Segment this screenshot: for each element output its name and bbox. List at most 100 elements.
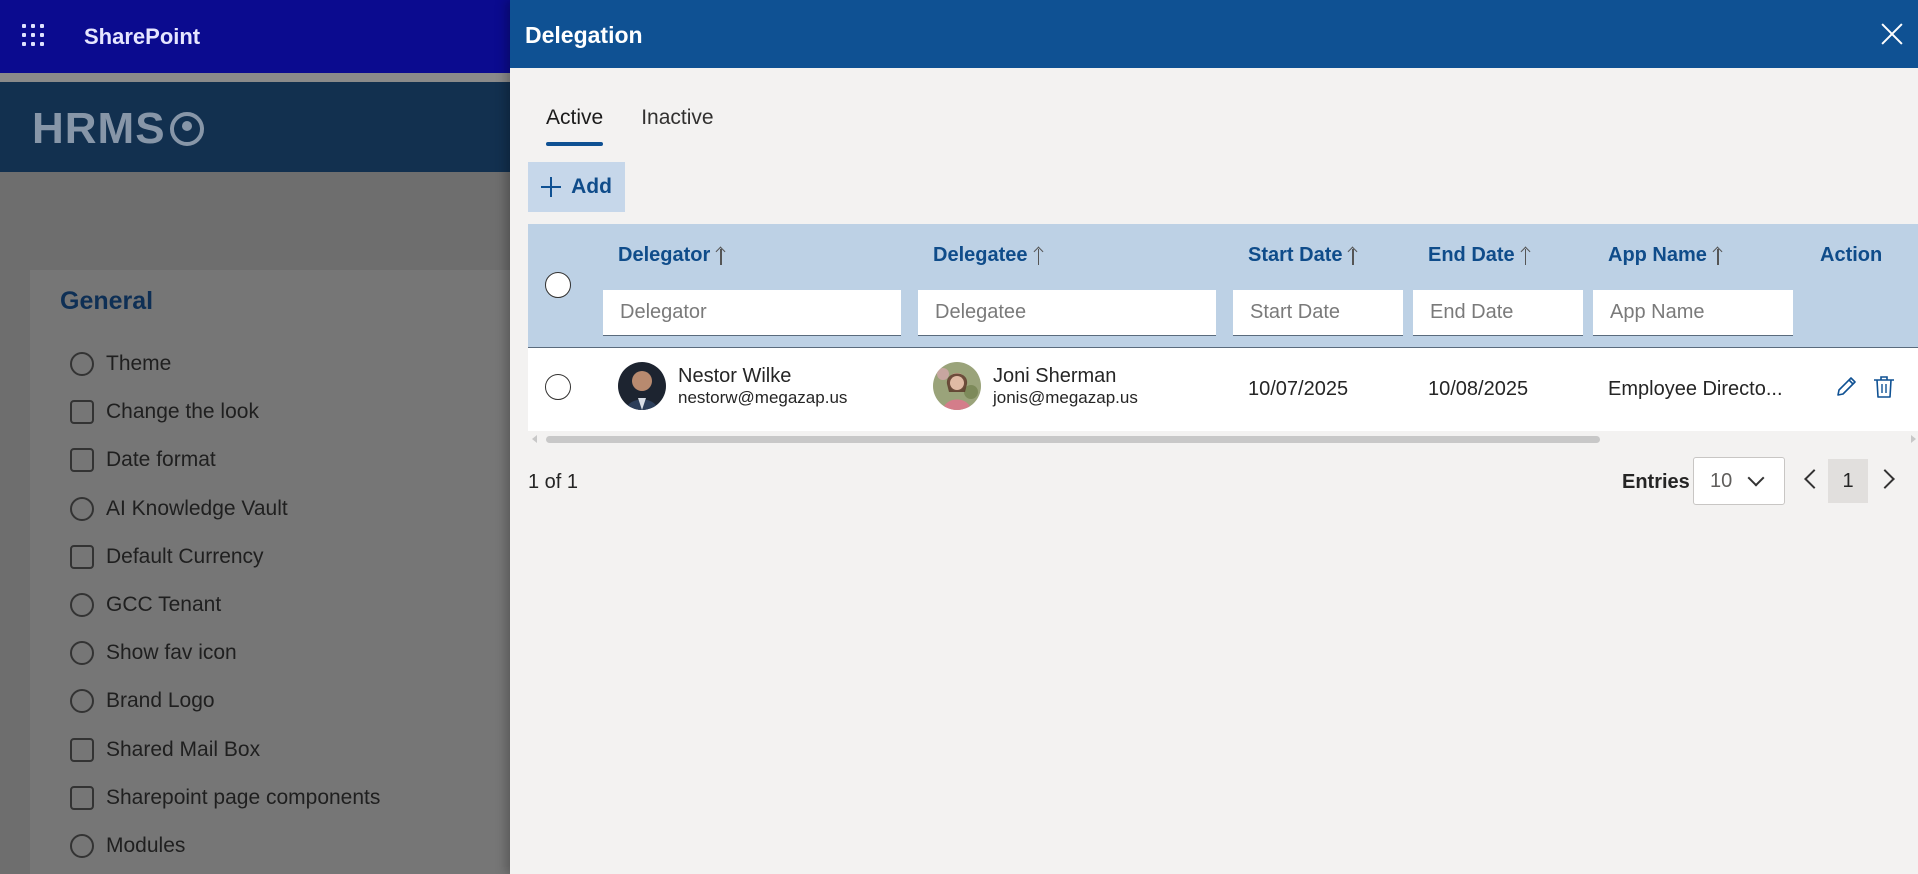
hidden-icon xyxy=(70,833,94,858)
settings-item-change-look[interactable]: Change the look xyxy=(70,388,380,436)
delegatee-info: Joni Sherman jonis@megazap.us xyxy=(993,364,1138,408)
panel-header: Delegation xyxy=(510,0,1918,68)
scroll-left-icon[interactable] xyxy=(532,435,537,443)
settings-item-label: AI Knowledge Vault xyxy=(106,496,288,520)
settings-item-label: Shared Mail Box xyxy=(106,737,261,761)
sort-ascending-icon xyxy=(1348,247,1358,265)
settings-item-label: Modules xyxy=(106,833,186,857)
delegation-grid: Delegator Delegatee Start Date End Date … xyxy=(528,224,1918,431)
end-date-cell: 10/08/2025 xyxy=(1428,378,1529,400)
settings-item-label: GCC Tenant xyxy=(106,593,222,617)
sort-ascending-icon xyxy=(1521,247,1531,265)
delete-icon[interactable] xyxy=(1872,374,1896,400)
settings-item-date-format[interactable]: Date format xyxy=(70,436,380,484)
currency-icon xyxy=(70,544,94,569)
scrollbar-thumb[interactable] xyxy=(546,436,1600,443)
page-number-button[interactable]: 1 xyxy=(1828,459,1868,503)
tab-inactive[interactable]: Inactive xyxy=(641,106,713,146)
row-select-radio[interactable] xyxy=(545,374,571,400)
settings-item-label: Sharepoint page components xyxy=(106,785,381,809)
site-logo[interactable]: HRMS xyxy=(32,104,204,154)
edit-icon[interactable] xyxy=(1834,374,1858,400)
settings-item-page-components[interactable]: Sharepoint page components xyxy=(70,774,380,822)
org-chart-icon xyxy=(70,593,94,618)
avatar xyxy=(933,362,981,410)
previous-page-icon[interactable] xyxy=(1804,469,1824,489)
end-date-filter-input[interactable] xyxy=(1413,290,1583,336)
grid-header: Delegator Delegatee Start Date End Date … xyxy=(528,224,1918,347)
table-row[interactable]: Nestor Wilke nestorw@megazap.us Joni She… xyxy=(528,347,1918,431)
change-look-icon xyxy=(70,400,94,425)
settings-heading: General xyxy=(60,287,154,315)
settings-item-fav-icon[interactable]: Show fav icon xyxy=(70,629,380,677)
column-header-app-name[interactable]: App Name xyxy=(1608,244,1723,267)
mail-settings-icon xyxy=(70,737,94,762)
horizontal-scrollbar[interactable] xyxy=(528,431,1918,447)
select-all-radio[interactable] xyxy=(545,272,571,298)
settings-item-shared-mailbox[interactable]: Shared Mail Box xyxy=(70,726,380,774)
tab-active[interactable]: Active xyxy=(546,106,604,146)
settings-item-modules[interactable]: Modules xyxy=(70,822,380,870)
badge-icon xyxy=(70,689,94,714)
app-launcher-icon[interactable] xyxy=(22,24,48,50)
delegatee-cell: Joni Sherman jonis@megazap.us xyxy=(933,362,1138,410)
site-logo-text: HRMS xyxy=(32,104,166,153)
delegator-info: Nestor Wilke nestorw@megazap.us xyxy=(678,364,847,408)
column-header-end-date[interactable]: End Date xyxy=(1428,244,1531,267)
settings-item-label: Theme xyxy=(106,352,172,376)
settings-item-label: Default Currency xyxy=(106,544,264,568)
settings-item-label: Date format xyxy=(106,448,216,472)
delegatee-email: jonis@megazap.us xyxy=(993,388,1138,407)
avatar xyxy=(618,362,666,410)
entries-dropdown[interactable]: 10 xyxy=(1693,457,1785,505)
add-button[interactable]: Add xyxy=(528,162,625,212)
delegation-panel: Delegation Active Inactive Add Delegator… xyxy=(510,0,1918,874)
entries-value: 10 xyxy=(1710,469,1733,492)
delegatee-filter-input[interactable] xyxy=(918,290,1216,336)
column-header-label: Action xyxy=(1820,244,1883,266)
plus-icon xyxy=(541,177,562,197)
column-header-delegatee[interactable]: Delegatee xyxy=(933,244,1044,267)
column-header-delegator[interactable]: Delegator xyxy=(618,244,726,267)
settings-item-theme[interactable]: Theme xyxy=(70,340,380,388)
start-date-cell: 10/07/2025 xyxy=(1248,378,1349,400)
column-header-label: Start Date xyxy=(1248,244,1343,266)
site-header: HRMS xyxy=(0,82,510,172)
delegator-cell: Nestor Wilke nestorw@megazap.us xyxy=(618,362,847,410)
column-header-start-date[interactable]: Start Date xyxy=(1248,244,1358,267)
settings-item-label: Change the look xyxy=(106,400,259,424)
settings-item-brand-logo[interactable]: Brand Logo xyxy=(70,677,380,725)
column-header-label: Delegator xyxy=(618,244,711,266)
delegator-name: Nestor Wilke xyxy=(678,365,792,387)
palette-icon xyxy=(70,352,94,377)
settings-item-ai-vault[interactable]: AI Knowledge Vault xyxy=(70,485,380,533)
settings-item-label: Show fav icon xyxy=(106,641,237,665)
add-button-label: Add xyxy=(571,175,612,198)
page-icon xyxy=(70,785,94,810)
delegator-filter-input[interactable] xyxy=(603,290,901,336)
tab-list: Active Inactive xyxy=(546,106,714,146)
settings-list: Theme Change the look Date format AI Kno… xyxy=(70,340,380,870)
app-name-filter-input[interactable] xyxy=(1593,290,1793,336)
settings-item-currency[interactable]: Default Currency xyxy=(70,533,380,581)
settings-item-label: Brand Logo xyxy=(106,689,215,713)
close-icon[interactable] xyxy=(1880,22,1904,46)
suite-bar: SharePoint xyxy=(0,0,510,73)
entries-label: Entries xyxy=(1622,471,1690,493)
settings-item-gcc-tenant[interactable]: GCC Tenant xyxy=(70,581,380,629)
column-header-label: End Date xyxy=(1428,244,1515,266)
column-header-action: Action xyxy=(1820,244,1882,267)
delegatee-name: Joni Sherman xyxy=(993,365,1117,387)
scroll-right-icon[interactable] xyxy=(1911,435,1916,443)
sort-ascending-icon xyxy=(1034,247,1044,265)
column-header-label: App Name xyxy=(1608,244,1707,266)
pagination-info: 1 of 1 xyxy=(528,471,579,493)
delegator-email: nestorw@megazap.us xyxy=(678,388,848,407)
app-name-cell: Employee Directo... xyxy=(1608,378,1783,400)
start-date-filter-input[interactable] xyxy=(1233,290,1403,336)
next-page-icon[interactable] xyxy=(1875,469,1895,489)
divider xyxy=(0,73,510,82)
sort-ascending-icon xyxy=(716,247,726,265)
calendar-icon xyxy=(70,448,94,473)
suite-title[interactable]: SharePoint xyxy=(84,24,200,50)
